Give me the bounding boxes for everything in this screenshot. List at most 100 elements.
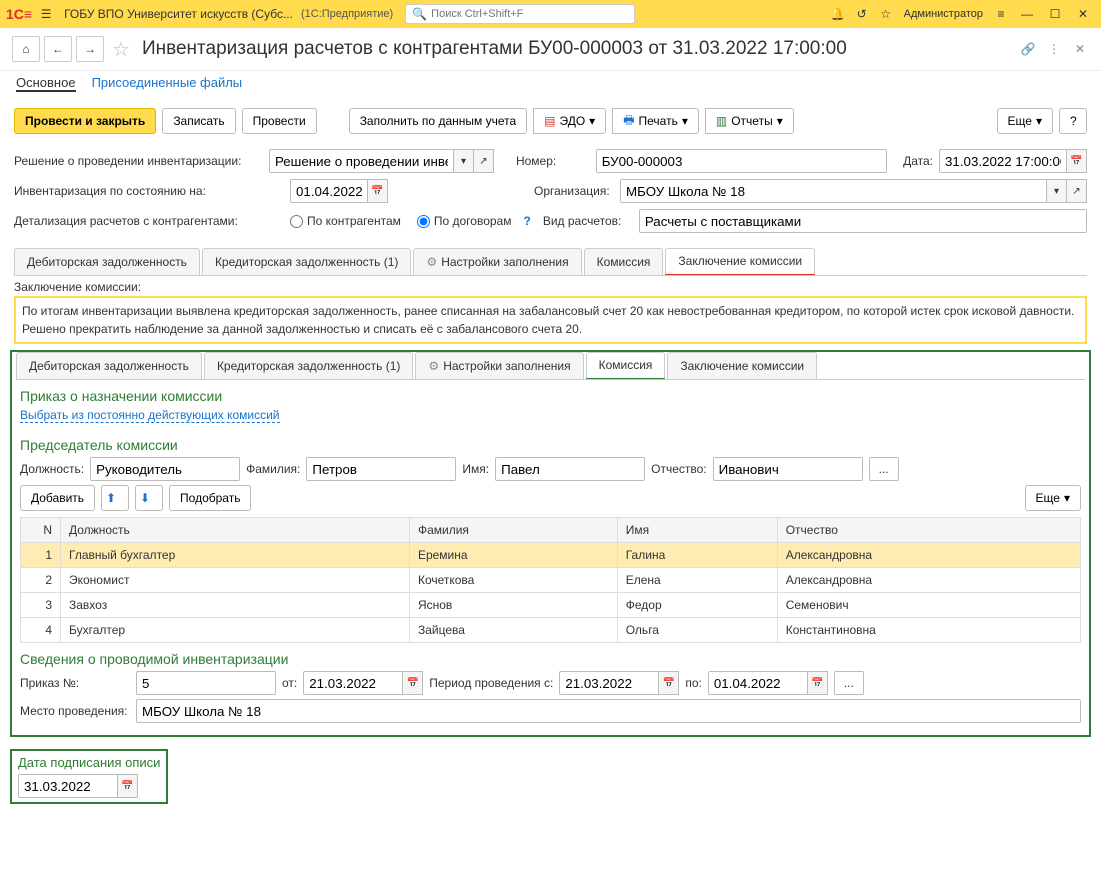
favorite-icon[interactable]: ☆ [112, 37, 130, 62]
tab-commission-2[interactable]: Комиссия [586, 352, 666, 379]
conclusion-text[interactable]: По итогам инвентаризации выявлена кредит… [14, 296, 1087, 344]
upper-tab-strip: Дебиторская задолженность Кредиторская з… [14, 248, 1087, 276]
col-n[interactable]: N [21, 518, 61, 543]
page-subtabs: Основное Присоединенные файлы [0, 71, 1101, 102]
sign-date-input[interactable] [18, 774, 118, 798]
dropdown-icon[interactable]: ▾ [1047, 179, 1067, 203]
form-area: Решение о проведении инвентаризации: ▾ ↗… [0, 140, 1101, 242]
open-icon[interactable]: ↗ [474, 149, 494, 173]
col-name[interactable]: Имя [617, 518, 777, 543]
radio-by-contract[interactable]: По договорам [417, 214, 512, 228]
global-search[interactable]: 🔍 [405, 4, 635, 24]
number-input[interactable] [596, 149, 887, 173]
cell-position: Экономист [61, 568, 410, 593]
order-section-title: Приказ о назначении комиссии [20, 388, 1081, 404]
bell-icon[interactable]: 🔔 [828, 4, 848, 24]
open-icon[interactable]: ↗ [1067, 179, 1087, 203]
col-surname[interactable]: Фамилия [409, 518, 617, 543]
calendar-icon[interactable]: 📅 [368, 179, 388, 203]
print-button[interactable]: 🖶Печать ▾ [612, 108, 699, 134]
cell-name: Елена [617, 568, 777, 593]
tab-credit-2[interactable]: Кредиторская задолженность (1) [204, 352, 413, 379]
calendar-icon[interactable]: 📅 [808, 671, 828, 695]
subtab-files[interactable]: Присоединенные файлы [92, 75, 243, 92]
reports-button[interactable]: ▥Отчеты ▾ [705, 108, 794, 134]
asof-input[interactable] [290, 179, 368, 203]
table-row[interactable]: 4БухгалтерЗайцеваОльгаКонстантиновна [21, 618, 1081, 643]
period-to-input[interactable] [708, 671, 808, 695]
col-position[interactable]: Должность [61, 518, 410, 543]
cell-name: Федор [617, 593, 777, 618]
settings-icon[interactable]: ≡ [991, 4, 1011, 24]
calendar-icon[interactable]: 📅 [659, 671, 679, 695]
decision-input[interactable] [269, 149, 454, 173]
calc-type-label: Вид расчетов: [543, 214, 633, 228]
org-input[interactable] [620, 179, 1047, 203]
post-and-close-button[interactable]: Провести и закрыть [14, 108, 156, 134]
date-input[interactable] [939, 149, 1067, 173]
name-input[interactable] [495, 457, 645, 481]
more-dots-button[interactable]: ... [869, 457, 899, 481]
content-header: ⌂ ← → ☆ Инвентаризация расчетов с контра… [0, 28, 1101, 71]
subtab-main[interactable]: Основное [16, 75, 76, 92]
tab-conclusion-2[interactable]: Заключение комиссии [667, 352, 817, 379]
table-row[interactable]: 1Главный бухгалтерЕреминаГалинаАлександр… [21, 543, 1081, 568]
add-button[interactable]: Добавить [20, 485, 95, 511]
position-input[interactable] [90, 457, 240, 481]
calendar-icon[interactable]: 📅 [1067, 149, 1087, 173]
tab-conclusion[interactable]: Заключение комиссии [665, 248, 815, 275]
table-row[interactable]: 3ЗавхозЯсновФедорСеменович [21, 593, 1081, 618]
more-dots-button[interactable]: ... [834, 671, 864, 695]
decision-label: Решение о проведении инвентаризации: [14, 154, 263, 168]
place-input[interactable] [136, 699, 1081, 723]
pick-button[interactable]: Подобрать [169, 485, 251, 511]
calc-type-input[interactable] [639, 209, 1087, 233]
edo-button[interactable]: ▤ЭДО ▾ [533, 108, 606, 134]
dropdown-icon[interactable]: ▾ [454, 149, 474, 173]
search-input[interactable] [431, 8, 628, 20]
forward-button[interactable]: → [76, 36, 104, 62]
tab-commission[interactable]: Комиссия [584, 248, 664, 275]
printer-icon: 🖶 [623, 111, 634, 132]
select-commission-link[interactable]: Выбрать из постоянно действующих комисси… [20, 408, 280, 423]
patronymic-input[interactable] [713, 457, 863, 481]
calendar-icon[interactable]: 📅 [403, 671, 423, 695]
move-up-button[interactable]: ⬆ [101, 485, 129, 511]
link-icon[interactable]: 🔗 [1019, 40, 1037, 58]
menu-icon[interactable]: ☰ [36, 4, 56, 24]
name-label: Имя: [462, 462, 489, 476]
home-button[interactable]: ⌂ [12, 36, 40, 62]
minimize-icon[interactable]: — [1015, 4, 1039, 24]
radio-by-counterparty[interactable]: По контрагентам [290, 214, 401, 228]
help-icon[interactable]: ? [523, 214, 530, 228]
tab-fill-settings-2[interactable]: ⚙Настройки заполнения [415, 352, 583, 379]
table-more-button[interactable]: Еще ▾ [1025, 485, 1081, 511]
period-from-input[interactable] [559, 671, 659, 695]
order-no-input[interactable] [136, 671, 276, 695]
maximize-icon[interactable]: ☐ [1043, 4, 1067, 24]
save-button[interactable]: Записать [162, 108, 235, 134]
back-button[interactable]: ← [44, 36, 72, 62]
tab-credit[interactable]: Кредиторская задолженность (1) [202, 248, 411, 275]
current-user[interactable]: Администратор [904, 8, 983, 20]
order-date-input[interactable] [303, 671, 403, 695]
tab-debit-2[interactable]: Дебиторская задолженность [16, 352, 202, 379]
close-icon[interactable]: ✕ [1071, 4, 1095, 24]
surname-input[interactable] [306, 457, 456, 481]
star-icon[interactable]: ☆ [876, 4, 896, 24]
calendar-icon[interactable]: 📅 [118, 774, 138, 798]
tab-debit[interactable]: Дебиторская задолженность [14, 248, 200, 275]
move-down-button[interactable]: ⬇ [135, 485, 163, 511]
post-button[interactable]: Провести [242, 108, 317, 134]
tab-fill-settings[interactable]: ⚙Настройки заполнения [413, 248, 581, 275]
kebab-icon[interactable]: ⋮ [1045, 40, 1063, 58]
history-icon[interactable]: ↺ [852, 4, 872, 24]
help-button[interactable]: ? [1059, 108, 1087, 134]
more-button[interactable]: Еще ▾ [997, 108, 1053, 134]
place-label: Место проведения: [20, 704, 130, 718]
col-patronymic[interactable]: Отчество [777, 518, 1080, 543]
fill-button[interactable]: Заполнить по данным учета [349, 108, 527, 134]
close-panel-icon[interactable]: ✕ [1071, 40, 1089, 58]
main-toolbar: Провести и закрыть Записать Провести Зап… [0, 102, 1101, 140]
table-row[interactable]: 2ЭкономистКочетковаЕленаАлександровна [21, 568, 1081, 593]
